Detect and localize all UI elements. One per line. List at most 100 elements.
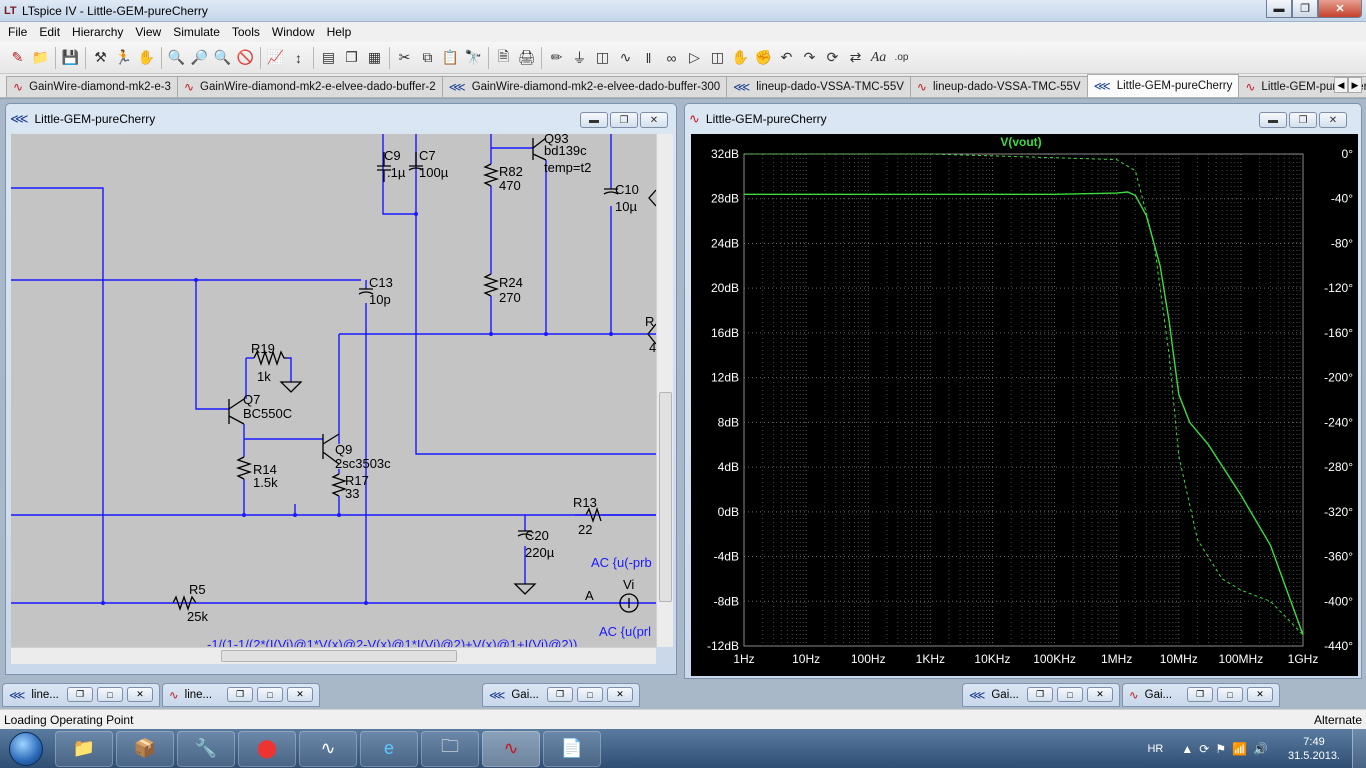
maximize-button[interactable]: □: [1217, 687, 1243, 702]
cut-icon[interactable]: ✂: [393, 46, 416, 69]
undo-icon[interactable]: ↶: [775, 46, 798, 69]
minimize-button[interactable]: ▬: [1266, 0, 1292, 18]
schematic-window-titlebar[interactable]: ⋘ Little-GEM-pureCherry: [10, 104, 672, 134]
autorange-icon[interactable]: 📈: [264, 46, 287, 69]
run-icon[interactable]: 🏃: [112, 46, 135, 69]
tray-volume-icon[interactable]: 🔊: [1253, 742, 1268, 756]
menu-simulate[interactable]: Simulate: [167, 25, 226, 39]
taskbar-app-installer[interactable]: 📦: [116, 730, 174, 767]
copy-icon[interactable]: ⧉: [416, 46, 439, 69]
restore-button[interactable]: ❐: [1187, 687, 1213, 702]
zoom-cancel-icon[interactable]: 🚫: [234, 46, 257, 69]
minimized-window[interactable]: ⋘ Gai... ❐ □ ✕: [962, 683, 1120, 707]
tile-horizontal-icon[interactable]: ▤: [317, 46, 340, 69]
taskbar-internet-explorer[interactable]: e: [360, 730, 418, 767]
tray-show-hidden-icon[interactable]: ▲: [1181, 742, 1193, 756]
rotate-icon[interactable]: ⟳: [821, 46, 844, 69]
menu-edit[interactable]: Edit: [33, 25, 66, 39]
menu-tools[interactable]: Tools: [226, 25, 266, 39]
save-icon[interactable]: 💾: [59, 46, 82, 69]
component-icon[interactable]: ◫: [706, 46, 729, 69]
tray-network-icon[interactable]: 📶: [1232, 742, 1247, 756]
trace-label[interactable]: V(vout): [1000, 135, 1041, 149]
redo-icon[interactable]: ↷: [798, 46, 821, 69]
tray-flag-icon[interactable]: ⚑: [1215, 742, 1226, 756]
restore-button[interactable]: ❐: [67, 687, 93, 702]
waveform-restore-button[interactable]: ❐: [1289, 112, 1317, 128]
schematic-minimize-button[interactable]: ▬: [580, 112, 608, 128]
waveform-minimize-button[interactable]: ▬: [1259, 112, 1287, 128]
restore-button[interactable]: ❐: [227, 687, 253, 702]
maximize-button[interactable]: □: [97, 687, 123, 702]
mirror-icon[interactable]: ⇄: [844, 46, 867, 69]
restore-button[interactable]: ❐: [1027, 687, 1053, 702]
tab-scroll-left-icon[interactable]: ◀: [1334, 77, 1348, 93]
scroll-thumb[interactable]: [221, 650, 457, 662]
cascade-icon[interactable]: ❐: [340, 46, 363, 69]
taskbar-explorer[interactable]: 📁: [55, 730, 113, 767]
menu-file[interactable]: File: [2, 25, 33, 39]
schematic-canvas[interactable]: C9 .1µ C7 100µ Q93 bd139c temp=t2 R82 47…: [11, 134, 656, 647]
schematic-vertical-scrollbar[interactable]: [656, 134, 673, 647]
language-indicator[interactable]: HR: [1147, 743, 1163, 755]
minimized-window[interactable]: ∿ Gai... ❐ □ ✕: [1122, 683, 1280, 707]
tab-lineup-schematic[interactable]: ⋘ lineup-dado-VSSA-TMC-55V: [726, 76, 911, 97]
print-preview-icon[interactable]: 🗎: [492, 46, 515, 69]
tab-gainwire-e3[interactable]: ∿ GainWire-diamond-mk2-e-3: [6, 76, 178, 97]
minimized-window[interactable]: ⋘ Gai... ❐ □ ✕: [482, 683, 640, 707]
close-button[interactable]: ✕: [1318, 0, 1362, 18]
label-net-icon[interactable]: ◫: [591, 46, 614, 69]
maximize-button[interactable]: □: [257, 687, 283, 702]
maximize-button[interactable]: ❐: [1292, 0, 1318, 18]
maximize-button[interactable]: □: [577, 687, 603, 702]
taskbar-ltspice[interactable]: ∿: [482, 730, 540, 767]
restore-button[interactable]: ❐: [547, 687, 573, 702]
new-schematic-icon[interactable]: ✎: [6, 46, 29, 69]
spice-directive-icon[interactable]: .op: [890, 46, 913, 69]
menu-help[interactable]: Help: [321, 25, 358, 39]
move-icon[interactable]: ✋: [729, 46, 752, 69]
autorange-y-icon[interactable]: ↕: [287, 46, 310, 69]
find-icon[interactable]: 🔭: [462, 46, 485, 69]
show-desktop-button[interactable]: [1352, 729, 1366, 768]
close-button[interactable]: ✕: [287, 687, 313, 702]
text-icon[interactable]: Aa: [867, 46, 890, 69]
capacitor-icon[interactable]: ‖: [637, 46, 660, 69]
waveform-close-button[interactable]: ✕: [1319, 112, 1347, 128]
tab-gainwire-buffer-2[interactable]: ∿ GainWire-diamond-mk2-e-elvee-dado-buffe…: [176, 76, 443, 97]
close-button[interactable]: ✕: [1087, 687, 1113, 702]
draw-wire-icon[interactable]: ✏: [545, 46, 568, 69]
resistor-icon[interactable]: ∿: [614, 46, 637, 69]
taskbar-app-notes[interactable]: 📄: [543, 730, 601, 767]
tab-scroll-right-icon[interactable]: ▶: [1348, 77, 1362, 93]
halt-icon[interactable]: ✋: [135, 46, 158, 69]
tab-lineup-waveform[interactable]: ∿ lineup-dado-VSSA-TMC-55V: [909, 76, 1088, 97]
zoom-out-icon[interactable]: 🔍: [211, 46, 234, 69]
tile-vertical-icon[interactable]: ▦: [363, 46, 386, 69]
menu-view[interactable]: View: [129, 25, 167, 39]
scroll-thumb[interactable]: [659, 392, 672, 602]
tab-gainwire-buffer-300[interactable]: ⋘ GainWire-diamond-mk2-e-elvee-dado-buffe…: [441, 76, 728, 97]
schematic-restore-button[interactable]: ❐: [610, 112, 638, 128]
tray-sync-icon[interactable]: ⟳: [1199, 742, 1209, 756]
clock[interactable]: 7:49 31.5.2013.: [1288, 735, 1340, 763]
control-panel-icon[interactable]: ⚒: [89, 46, 112, 69]
menu-window[interactable]: Window: [266, 25, 321, 39]
taskbar-app-window[interactable]: 🗀: [421, 730, 479, 767]
zoom-in-icon[interactable]: 🔍: [165, 46, 188, 69]
tab-little-gem-schematic[interactable]: ⋘ Little-GEM-pureCherry: [1086, 74, 1240, 97]
inductor-icon[interactable]: ∞: [660, 46, 683, 69]
schematic-close-button[interactable]: ✕: [640, 112, 668, 128]
schematic-horizontal-scrollbar[interactable]: [11, 647, 656, 664]
minimized-window[interactable]: ∿ line... ❐ □ ✕: [162, 683, 320, 707]
drag-icon[interactable]: ✊: [752, 46, 775, 69]
pan-icon[interactable]: 🔎: [188, 46, 211, 69]
print-icon[interactable]: 🖨: [515, 46, 538, 69]
start-button[interactable]: [0, 729, 52, 768]
open-folder-icon[interactable]: 📁: [29, 46, 52, 69]
close-button[interactable]: ✕: [127, 687, 153, 702]
diode-icon[interactable]: ▷: [683, 46, 706, 69]
maximize-button[interactable]: □: [1057, 687, 1083, 702]
minimized-window[interactable]: ⋘ line... ❐ □ ✕: [2, 683, 160, 707]
close-button[interactable]: ✕: [1247, 687, 1273, 702]
